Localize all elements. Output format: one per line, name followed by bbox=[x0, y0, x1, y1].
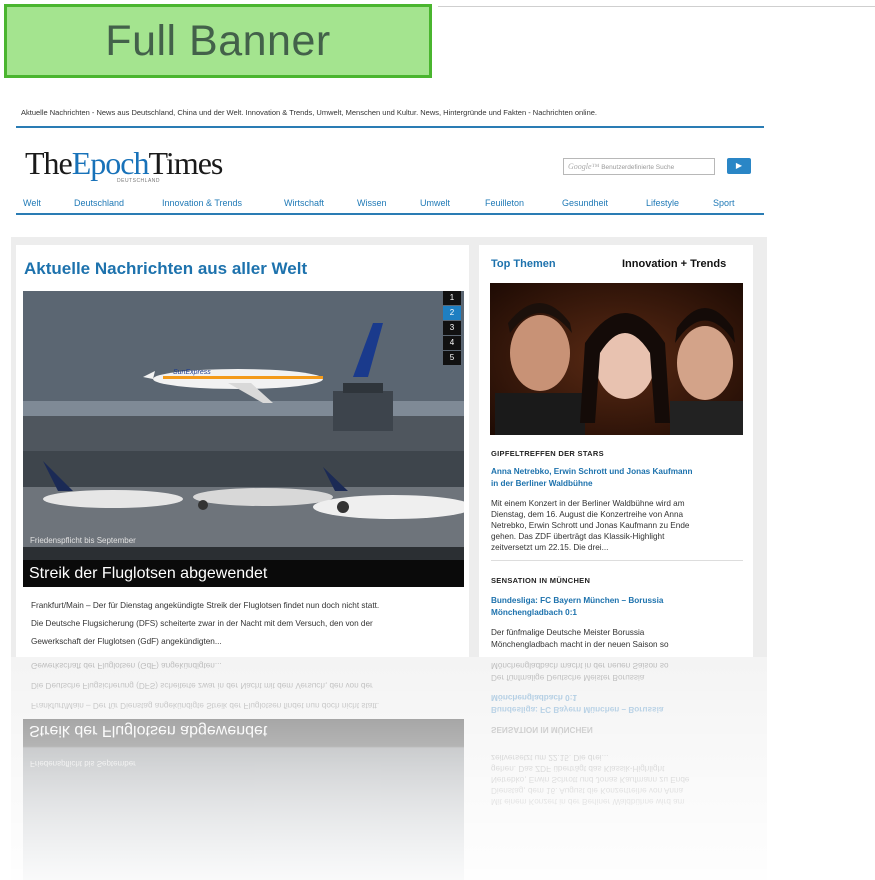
hero-image[interactable]: SunExpress 1 2 3 4 5 Friedenspflicht bis… bbox=[23, 291, 464, 587]
story-summary: zeitversetzt um 22.15. Die drei... bbox=[491, 543, 609, 552]
singers-image bbox=[490, 283, 743, 435]
hero-headline[interactable]: Streik der Fluglotsen abgewendet bbox=[23, 560, 464, 587]
header-rule bbox=[16, 126, 764, 128]
lead-section-title[interactable]: Aktuelle Nachrichten aus aller Welt bbox=[24, 259, 307, 279]
story-headline[interactable]: Anna Netrebko, Erwin Schrott und Jonas K… bbox=[491, 467, 693, 476]
pager-2[interactable]: 2 bbox=[443, 306, 461, 320]
lead-story-panel: Aktuelle Nachrichten aus aller Welt SunE… bbox=[16, 245, 469, 657]
pager-3[interactable]: 3 bbox=[443, 321, 461, 335]
nav-item-umwelt[interactable]: Umwelt bbox=[420, 198, 450, 208]
website-screenshot: Aktuelle Nachrichten - News aus Deutschl… bbox=[11, 97, 767, 657]
lead-body-line: Frankfurt/Main – Der für Dienstag angekü… bbox=[31, 601, 380, 610]
search-brand: Google™ bbox=[568, 162, 600, 171]
nav-item-sport[interactable]: Sport bbox=[713, 198, 735, 208]
nav-item-innovation[interactable]: Innovation & Trends bbox=[162, 198, 242, 208]
top-divider bbox=[438, 6, 875, 7]
nav-item-gesundheit[interactable]: Gesundheit bbox=[562, 198, 608, 208]
story-divider bbox=[491, 560, 743, 561]
nav-item-welt[interactable]: Welt bbox=[23, 198, 41, 208]
reflection-fade bbox=[11, 657, 767, 880]
nav-item-feuilleton[interactable]: Feuilleton bbox=[485, 198, 524, 208]
nav-item-wissen[interactable]: Wissen bbox=[357, 198, 387, 208]
sidebar-panel: Top Themen Innovation + Trends GIPFELTRE… bbox=[479, 245, 753, 657]
search-placeholder: Benutzerdefinierte Suche bbox=[601, 164, 675, 171]
story-headline[interactable]: Bundesliga: FC Bayern München – Borussia bbox=[491, 596, 663, 605]
logo-times: Times bbox=[148, 145, 224, 181]
tab-top-themen[interactable]: Top Themen bbox=[491, 258, 556, 270]
story-summary: Netrebko, Erwin Schrott und Jonas Kaufma… bbox=[491, 521, 690, 530]
story-summary: Der fünfmalige Deutsche Meister Borussia bbox=[491, 628, 645, 637]
site-logo[interactable]: TheEpochTimes bbox=[25, 145, 224, 182]
mirror-reflection: Gewerkschaft der Fluglotsen (GdF) angekü… bbox=[11, 657, 767, 880]
pager-1[interactable]: 1 bbox=[443, 291, 461, 305]
logo-the: The bbox=[25, 145, 73, 181]
banner-label: Full Banner bbox=[4, 4, 432, 78]
site-header: Aktuelle Nachrichten - News aus Deutschl… bbox=[11, 97, 767, 237]
story-summary: Dienstag, dem 16. August die Konzertreih… bbox=[491, 510, 684, 519]
lead-body-line: Gewerkschaft der Fluglotsen (GdF) angekü… bbox=[31, 637, 222, 646]
story-headline[interactable]: Mönchengladbach 0:1 bbox=[491, 608, 577, 617]
search-button[interactable]: ▶ bbox=[727, 158, 751, 174]
tab-innovation-trends[interactable]: Innovation + Trends bbox=[622, 258, 726, 270]
story-summary: Mit einem Konzert in der Berliner Waldbü… bbox=[491, 499, 685, 508]
nav-item-lifestyle[interactable]: Lifestyle bbox=[646, 198, 679, 208]
pager-4[interactable]: 4 bbox=[443, 336, 461, 350]
plane-livery: SunExpress bbox=[173, 369, 211, 376]
pager-5[interactable]: 5 bbox=[443, 351, 461, 365]
story-kicker: SENSATION IN MÜNCHEN bbox=[491, 576, 591, 585]
story-summary: gehen. Das ZDF überträgt das Klassik-Hig… bbox=[491, 532, 665, 541]
nav-item-wirtschaft[interactable]: Wirtschaft bbox=[284, 198, 324, 208]
site-tagline: Aktuelle Nachrichten - News aus Deutschl… bbox=[21, 108, 597, 117]
story-kicker: GIPFELTREFFEN DER STARS bbox=[491, 449, 604, 458]
search-input[interactable]: Google™ Benutzerdefinierte Suche bbox=[563, 158, 715, 175]
nav-rule bbox=[16, 213, 764, 215]
lead-body-line: Die Deutsche Flugsicherung (DFS) scheite… bbox=[31, 619, 373, 628]
stars-photo[interactable] bbox=[490, 283, 743, 435]
story-summary: Mönchengladbach macht in der neuen Saiso… bbox=[491, 640, 669, 649]
image-caption: Friedenspflicht bis September bbox=[30, 536, 136, 545]
story-headline[interactable]: in der Berliner Waldbühne bbox=[491, 479, 593, 488]
logo-subtitle: DEUTSCHLAND bbox=[117, 178, 161, 184]
nav-item-deutschland[interactable]: Deutschland bbox=[74, 198, 124, 208]
logo-epoch: Epoch bbox=[71, 145, 150, 181]
